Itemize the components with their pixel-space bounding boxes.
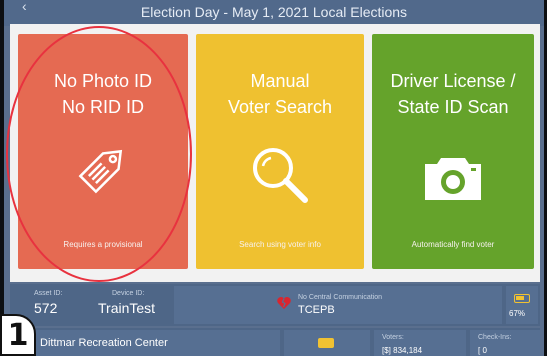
status-bar: Asset ID: 572 Device ID: TrainTest No Ce…: [10, 284, 540, 326]
tile-subtitle: Requires a provisional: [63, 240, 143, 249]
step-number-badge: 1: [0, 314, 36, 356]
tag-icon: [78, 149, 123, 194]
voters-count: Voters: [$] 834,184: [374, 330, 466, 356]
app-screen: ‹ Election Day - May 1, 2021 Local Elect…: [4, 0, 544, 356]
camera-icon: [425, 158, 481, 200]
magnifier-icon: [253, 148, 308, 203]
battery-icon: [514, 294, 530, 303]
checkins-count: Check-Ins: [ 0: [470, 330, 540, 356]
battery-status: 67%: [506, 286, 538, 324]
tile-label: No Photo ID No RID ID: [53, 71, 153, 117]
no-photo-id-tile[interactable]: No Photo ID No RID ID Requires a provisi…: [18, 34, 188, 269]
page-title: Election Day - May 1, 2021 Local Electio…: [140, 4, 408, 20]
tile-label: Manual Voter Search: [227, 71, 333, 117]
printer-status[interactable]: [284, 330, 370, 356]
tile-label: Driver License / State ID Scan: [390, 71, 516, 117]
printer-icon: [318, 338, 334, 348]
tile-subtitle: Automatically find voter: [411, 240, 495, 249]
back-icon[interactable]: ‹: [22, 0, 27, 18]
footer-bar: Dittmar Recreation Center Voters: [$] 83…: [10, 328, 540, 356]
header-bar: ‹ Election Day - May 1, 2021 Local Elect…: [4, 0, 544, 26]
device-id: Device ID: TrainTest: [98, 290, 156, 316]
option-panel: No Photo ID No RID ID Requires a provisi…: [10, 24, 540, 282]
tile-subtitle: Search using voter info: [239, 240, 321, 249]
location-name: Dittmar Recreation Center: [10, 330, 280, 356]
manual-voter-search-tile[interactable]: Manual Voter Search Search using voter i…: [196, 34, 364, 269]
communication-status[interactable]: No Central Communication TCEPB: [174, 286, 502, 324]
broken-heart-icon: [277, 297, 291, 309]
drivers-license-scan-tile[interactable]: Driver License / State ID Scan Automatic…: [372, 34, 534, 269]
